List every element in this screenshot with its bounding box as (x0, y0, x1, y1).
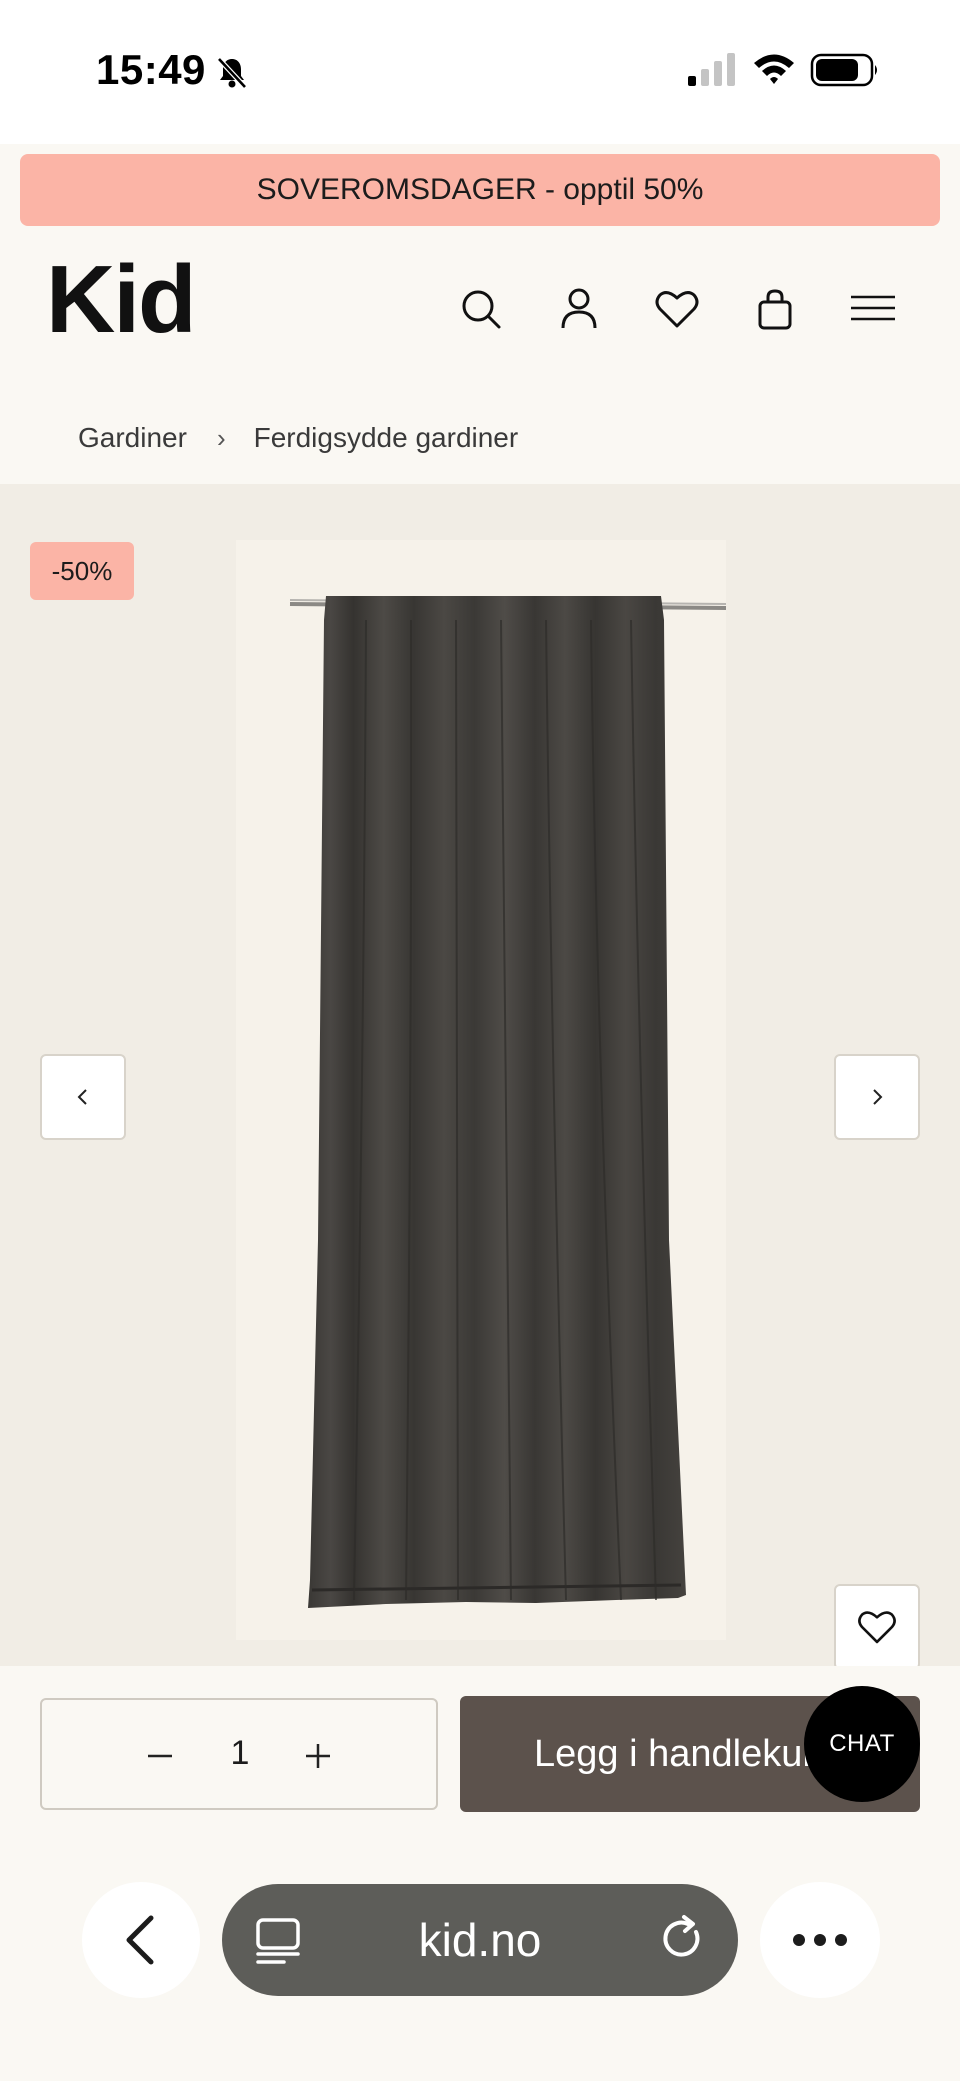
gallery-next-button[interactable] (834, 1054, 920, 1140)
cart-icon[interactable] (750, 284, 800, 334)
promo-banner[interactable]: SOVEROMSDAGER - opptil 50% (20, 154, 940, 226)
chevron-right-icon (873, 1089, 883, 1105)
reload-icon[interactable] (658, 1914, 708, 1966)
breadcrumb-separator: › (216, 422, 226, 453)
battery-icon (810, 53, 877, 87)
discount-badge: -50% (30, 542, 134, 600)
status-time: 15:49 (96, 46, 206, 93)
quantity-increase-button[interactable] (298, 1736, 338, 1776)
chat-button[interactable]: CHAT (804, 1686, 920, 1802)
wifi-icon (754, 54, 794, 84)
quantity-value[interactable]: 1 (220, 1734, 260, 1773)
status-bar: 15:49 (0, 0, 960, 144)
more-icon (793, 1934, 847, 1946)
product-image-curtain[interactable] (236, 540, 726, 1640)
wishlist-icon[interactable] (652, 284, 702, 334)
browser-back-button[interactable] (82, 1882, 200, 1998)
browser-more-button[interactable] (760, 1882, 880, 1998)
tabs-icon[interactable] (254, 1916, 302, 1968)
menu-icon[interactable] (848, 284, 898, 334)
site-logo[interactable]: Kid (46, 252, 197, 348)
chevron-left-icon (77, 1089, 87, 1105)
search-icon[interactable] (456, 284, 506, 334)
heart-icon (858, 1611, 896, 1644)
signal-icon (688, 53, 735, 86)
account-icon[interactable] (554, 284, 604, 334)
back-icon (126, 1915, 154, 1965)
breadcrumb-item-ferdigsydde[interactable]: Ferdigsydde gardiner (254, 422, 519, 454)
breadcrumb: Gardiner › Ferdigsydde gardiner (78, 422, 518, 454)
breadcrumb-item-gardiner[interactable]: Gardiner (78, 422, 187, 454)
bell-slash-icon (217, 57, 247, 89)
gallery-prev-button[interactable] (40, 1054, 126, 1140)
favorite-button[interactable] (834, 1584, 920, 1670)
quantity-decrease-button[interactable] (140, 1736, 180, 1776)
